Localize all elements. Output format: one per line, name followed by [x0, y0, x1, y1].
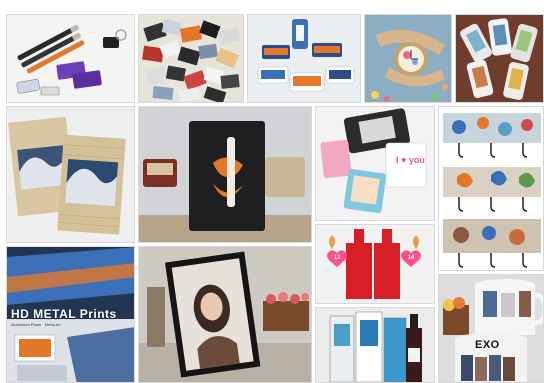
card-stack-icon	[139, 15, 243, 102]
tile-pens-keychains	[6, 14, 135, 103]
tile-phone-cases-fan	[455, 14, 544, 103]
pens-keychains-usb-icon	[7, 15, 134, 102]
tile-photo-frame-portrait	[138, 246, 312, 383]
phone-case-icon	[456, 15, 543, 102]
tile-key-hooks-butterflies	[438, 106, 544, 271]
card-box-icon: I ♥ you	[316, 107, 434, 220]
metal-banner-title: HD METAL Prints	[11, 307, 117, 321]
tile-bamboo-blinds-wave	[6, 106, 135, 243]
tile-hd-metal-prints: HD METAL Prints Aluminium Photo · Metal …	[6, 246, 135, 383]
tile-card-boxes: I ♥ you	[315, 106, 435, 221]
bottle-box-icon	[316, 308, 434, 382]
phone-case-icon	[248, 15, 360, 102]
vase-heart-right-label: 14	[407, 255, 415, 261]
tile-boxed-bottles	[315, 307, 435, 383]
vase-icon	[316, 225, 434, 303]
portrait-frame-icon	[139, 247, 311, 382]
card-box-text: I ♥ you	[396, 155, 425, 165]
wave-print-icon	[7, 107, 134, 242]
vase-heart-left-label: 13	[333, 255, 341, 261]
tile-red-vases: 13 14	[315, 224, 435, 304]
tile-playing-cards	[138, 14, 244, 103]
tile-watch	[364, 14, 452, 103]
lips-print-icon	[139, 107, 311, 242]
mug-print-text: EXO	[475, 339, 500, 351]
metal-banner-subtitle: Aluminium Photo · Metal Art	[11, 322, 61, 327]
tile-phone-cases-boxes	[247, 14, 361, 103]
hook-rack-icon	[439, 107, 543, 270]
tile-photo-mugs: EXO	[438, 274, 544, 383]
mug-icon	[439, 275, 543, 382]
watch-icon	[365, 15, 451, 102]
tile-slate-plaque-lips	[138, 106, 312, 243]
